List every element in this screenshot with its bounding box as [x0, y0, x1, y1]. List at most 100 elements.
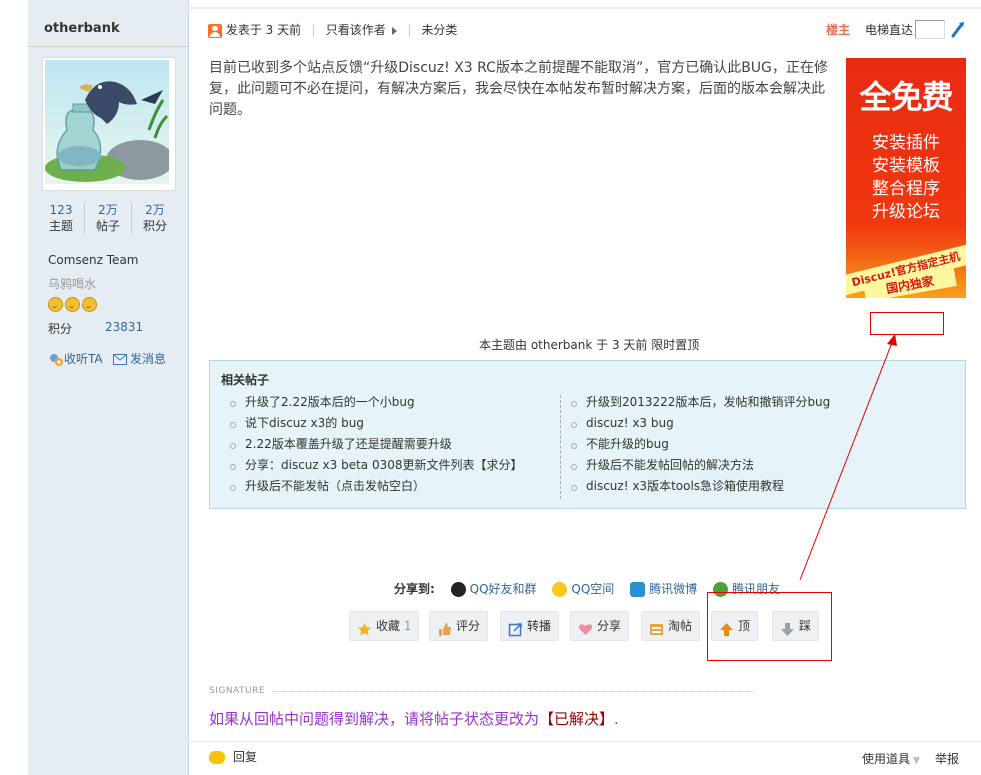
share-weibo-label[interactable]: 腾讯微博 — [649, 582, 697, 596]
tao-button[interactable]: 淘帖 — [641, 611, 701, 641]
envelope-icon — [113, 354, 127, 365]
share-qq-label[interactable]: QQ好友和群 — [470, 582, 537, 596]
author-sidebar: otherbank 123 主题 2万 帖子 2万 积分 Comsenz Tea… — [28, 0, 189, 775]
ad-line: 安装插件 — [872, 133, 940, 153]
related-link[interactable]: discuz! x3版本tools急诊箱使用教程 — [562, 476, 830, 497]
send-message-button[interactable]: 发消息 — [113, 350, 166, 367]
signature-text-after: . — [614, 710, 619, 728]
only-author-link[interactable]: 只看该作者 — [326, 23, 386, 37]
chevron-down-icon: ▼ — [913, 756, 920, 766]
annotation-box — [707, 592, 832, 661]
smiley-icon — [82, 297, 97, 312]
related-link[interactable]: discuz! x3 bug — [562, 413, 830, 434]
stat-credits[interactable]: 2万 积分 — [132, 202, 178, 234]
share-qzone[interactable]: QQ空间 — [552, 580, 614, 598]
favorite-label[interactable]: 收藏 — [376, 619, 400, 633]
share-label: 分享到: — [394, 582, 435, 596]
author-name[interactable]: otherbank — [44, 21, 120, 36]
related-link[interactable]: 说下discuz x3的 bug — [221, 413, 522, 434]
share-qzone-label[interactable]: QQ空间 — [571, 582, 614, 596]
ad-banner[interactable]: 全免费 安装插件 安装模板 整合程序 升级论坛 Discuz!官方指定主机 国内… — [846, 58, 966, 298]
ad-line: 升级论坛 — [872, 202, 940, 222]
related-list-left: 升级了2.22版本后的一个小bug 说下discuz x3的 bug 2.22版… — [221, 392, 522, 497]
qq-penguin-icon — [450, 582, 466, 597]
divider — [188, 741, 981, 742]
divider — [28, 46, 188, 47]
go-arrow-icon[interactable] — [950, 20, 966, 38]
ad-headline: 全免费 — [859, 78, 953, 116]
stat-credits-value[interactable]: 2万 — [132, 202, 178, 218]
custom-title: 乌鸦喝水 — [48, 277, 97, 291]
reply-label[interactable]: 回复 — [233, 750, 257, 764]
weibo-icon — [630, 582, 646, 597]
divider — [188, 7, 981, 9]
signature-text-before: 如果从回帖中问题得到解决，请将帖子状态更改为 — [209, 710, 540, 728]
stat-credits-label: 积分 — [142, 219, 167, 233]
use-tools-button[interactable]: 使用道具 ▼ — [862, 750, 920, 767]
stat-posts-label: 帖子 — [95, 219, 120, 233]
divider — [312, 24, 314, 37]
divider — [560, 395, 561, 499]
tao-label[interactable]: 淘帖 — [668, 619, 692, 633]
related-link[interactable]: 升级后不能发帖（点击发帖空白） — [221, 476, 522, 497]
ad-line: 整合程序 — [872, 179, 940, 199]
related-title: 相关帖子 — [221, 373, 270, 387]
repost-button[interactable]: 转播 — [500, 611, 560, 641]
stat-threads-label: 主题 — [48, 219, 73, 233]
rate-label[interactable]: 评分 — [456, 619, 480, 633]
sticky-note: 本主题由 otherbank 于 3 天前 限时置顶 — [479, 338, 700, 352]
signature-text: 如果从回帖中问题得到解决，请将帖子状态更改为【已解决】. — [209, 708, 619, 729]
favorite-count: 1 — [403, 619, 412, 633]
related-list-right: 升级到2013222版本后，发帖和撤销评分bug discuz! x3 bug … — [562, 392, 830, 497]
elevator-input[interactable] — [915, 20, 945, 39]
category-link[interactable]: 未分类 — [421, 23, 457, 37]
related-link[interactable]: 升级到2013222版本后，发帖和撤销评分bug — [562, 392, 830, 413]
related-link[interactable]: 不能升级的bug — [562, 434, 830, 455]
rate-button[interactable]: 评分 — [429, 611, 489, 641]
related-link[interactable]: 2.22版本覆盖升级了还是提醒需要升级 — [221, 434, 522, 455]
follow-label[interactable]: 收听TA — [64, 352, 103, 366]
divider — [408, 24, 410, 37]
ad-line: 安装模板 — [872, 156, 940, 176]
signature-highlight: 【已解决】 — [539, 710, 615, 728]
stat-posts[interactable]: 2万 帖子 — [85, 202, 131, 234]
smiley-icon — [48, 297, 63, 312]
rank-stars — [48, 297, 99, 312]
stat-posts-value[interactable]: 2万 — [85, 202, 131, 218]
follow-icon — [50, 353, 63, 366]
tools-label[interactable]: 使用道具 — [862, 752, 910, 766]
smiley-icon — [65, 297, 80, 312]
annotation-box — [870, 312, 944, 335]
avatar[interactable] — [42, 57, 176, 191]
signature-label: SIGNATURE — [209, 686, 266, 696]
user-group[interactable]: Comsenz Team — [48, 253, 138, 267]
share-button[interactable]: 分享 — [570, 611, 630, 641]
favorite-button[interactable]: 收藏 1 — [349, 611, 420, 641]
tao-icon — [649, 619, 664, 635]
related-link[interactable]: 升级了2.22版本后的一个小bug — [221, 392, 522, 413]
report-button[interactable]: 举报 — [935, 750, 959, 767]
related-posts: 相关帖子 升级了2.22版本后的一个小bug 说下discuz x3的 bug … — [209, 360, 966, 509]
post-content: 目前已收到多个站点反馈“升级Discuz! X3 RC版本之前提醒不能取消”，官… — [209, 60, 828, 118]
repost-icon — [508, 619, 523, 637]
message-label[interactable]: 发消息 — [130, 352, 166, 366]
follow-button[interactable]: 收听TA — [48, 350, 103, 367]
reply-button[interactable]: 回复 — [209, 748, 257, 766]
share-qq[interactable]: QQ好友和群 — [450, 580, 537, 598]
related-link[interactable]: 升级后不能发帖回帖的解决方法 — [562, 455, 830, 476]
share-action-label[interactable]: 分享 — [597, 619, 621, 633]
elevator-label: 电梯直达 — [865, 23, 914, 37]
related-link[interactable]: 分享：discuz x3 beta 0308更新文件列表【求分】 — [221, 455, 522, 476]
star-icon — [357, 619, 372, 636]
credits-label: 积分 — [48, 322, 73, 336]
floor-label: 楼主 — [826, 23, 851, 37]
credits-value: 23831 — [105, 320, 144, 334]
share-weibo[interactable]: 腾讯微博 — [630, 580, 697, 598]
speech-bubble-icon — [209, 751, 225, 764]
stat-threads-value[interactable]: 123 — [38, 202, 84, 218]
heart-icon — [578, 619, 593, 635]
repost-label[interactable]: 转播 — [527, 619, 551, 633]
stat-threads[interactable]: 123 主题 — [38, 202, 84, 234]
post-meta: 发表于 3 天前 只看该作者 未分类 — [208, 20, 457, 40]
post-time: 发表于 3 天前 — [225, 23, 302, 37]
